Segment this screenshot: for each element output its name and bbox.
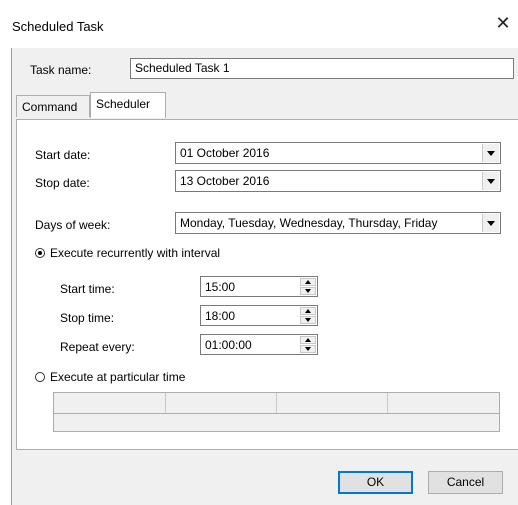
close-icon[interactable]: ✕ [492,12,514,34]
particular-time-radio[interactable] [35,372,45,382]
recurring-label[interactable]: Execute recurrently with interval [50,246,220,260]
chevron-down-icon[interactable] [482,144,499,162]
grid-header [54,393,499,414]
ok-button[interactable]: OK [338,471,413,494]
spin-up-icon[interactable] [300,278,316,286]
spin-down-icon[interactable] [300,345,316,353]
stop-date-combo[interactable]: 13 October 2016 [175,170,501,192]
stop-date-value: 13 October 2016 [180,174,270,188]
stop-time-stepper[interactable]: 18:00 [200,305,318,326]
tab-command-label: Command [22,100,78,114]
days-of-week-combo[interactable]: Monday, Tuesday, Wednesday, Thursday, Fr… [175,212,501,234]
stop-date-label: Stop date: [35,176,90,190]
stop-time-label: Stop time: [60,311,115,325]
start-date-value: 01 October 2016 [180,146,270,160]
recurring-radio[interactable] [35,248,45,258]
spin-up-icon[interactable] [300,336,316,344]
grid-column[interactable] [166,393,277,413]
repeat-every-value: 01:00:00 [205,338,252,352]
start-date-combo[interactable]: 01 October 2016 [175,142,501,164]
grid-column[interactable] [277,393,388,413]
days-of-week-label: Days of week: [35,218,111,232]
grid-column[interactable] [54,393,166,413]
task-name-input[interactable]: Scheduled Task 1 [130,58,514,79]
grid-column[interactable] [388,393,499,413]
tab-scheduler-label: Scheduler [96,97,151,111]
days-of-week-value: Monday, Tuesday, Wednesday, Thursday, Fr… [180,216,438,230]
particular-time-grid[interactable] [53,392,500,432]
repeat-every-label: Repeat every: [60,340,135,354]
spin-up-icon[interactable] [300,307,316,315]
spin-down-icon[interactable] [300,316,316,324]
chevron-down-icon[interactable] [482,172,499,190]
cancel-button[interactable]: Cancel [428,471,503,494]
window-title: Scheduled Task [12,19,104,34]
title-bar: Scheduled Task ✕ [0,0,518,48]
start-time-stepper[interactable]: 15:00 [200,276,318,297]
stop-time-value: 18:00 [205,309,236,323]
particular-time-label[interactable]: Execute at particular time [50,370,185,384]
repeat-every-stepper[interactable]: 01:00:00 [200,334,318,355]
start-time-value: 15:00 [205,280,236,294]
spin-down-icon[interactable] [300,287,316,295]
tab-command[interactable]: Command [16,95,90,117]
start-time-label: Start time: [60,282,115,296]
task-name-label: Task name: [30,63,92,77]
chevron-down-icon[interactable] [482,214,499,232]
start-date-label: Start date: [35,148,91,162]
tab-scheduler[interactable]: Scheduler [90,92,166,118]
